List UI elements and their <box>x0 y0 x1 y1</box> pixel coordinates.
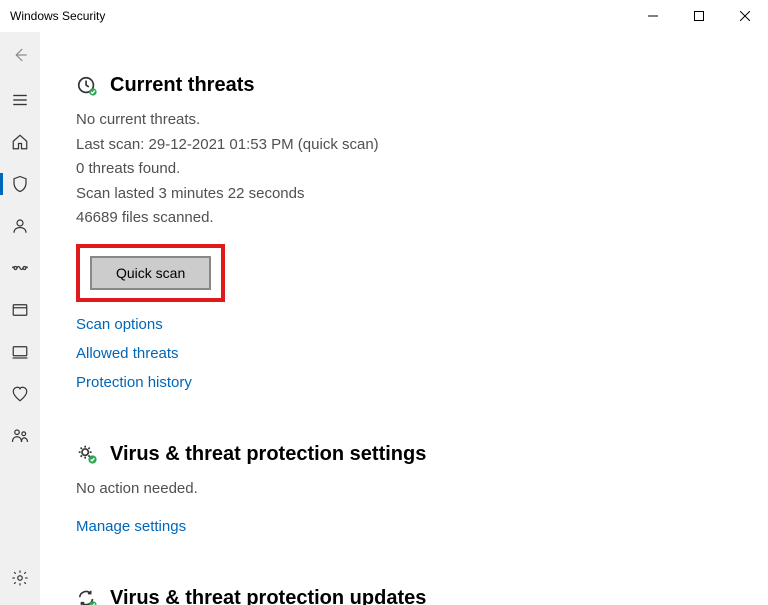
sidebar-item-performance[interactable] <box>0 373 40 415</box>
sidebar-hamburger[interactable] <box>0 79 40 121</box>
window-controls <box>630 0 768 32</box>
sidebar-item-device-security[interactable] <box>0 331 40 373</box>
current-threats-heading: Current threats <box>110 74 254 97</box>
scan-options-link[interactable]: Scan options <box>76 316 738 333</box>
no-threats-text: No current threats. <box>76 109 738 132</box>
protection-updates-heading: Virus & threat protection updates <box>110 587 426 605</box>
highlight-annotation: Quick scan <box>76 244 225 302</box>
sidebar <box>0 32 40 605</box>
protection-history-link[interactable]: Protection history <box>76 374 738 391</box>
scan-duration-text: Scan lasted 3 minutes 22 seconds <box>76 183 738 206</box>
sidebar-item-family[interactable] <box>0 415 40 457</box>
sidebar-item-firewall[interactable] <box>0 247 40 289</box>
titlebar: Windows Security <box>0 0 768 32</box>
main-content: Current threats No current threats. Last… <box>40 32 768 605</box>
protection-settings-section: Virus & threat protection settings No ac… <box>76 443 738 536</box>
gear-check-icon <box>76 443 98 465</box>
quick-scan-button[interactable]: Quick scan <box>90 256 211 290</box>
clock-shield-icon <box>76 75 98 97</box>
window-title: Windows Security <box>10 9 105 23</box>
current-threats-section: Current threats No current threats. Last… <box>76 74 738 391</box>
sidebar-item-settings[interactable] <box>0 557 40 599</box>
allowed-threats-link[interactable]: Allowed threats <box>76 345 738 362</box>
close-button[interactable] <box>722 0 768 32</box>
sidebar-item-home[interactable] <box>0 121 40 163</box>
protection-settings-heading: Virus & threat protection settings <box>110 443 426 466</box>
protection-settings-status: No action needed. <box>76 478 738 501</box>
back-button[interactable] <box>0 36 40 74</box>
sidebar-item-virus-threat[interactable] <box>0 163 40 205</box>
refresh-check-icon <box>76 588 98 605</box>
minimize-button[interactable] <box>630 0 676 32</box>
maximize-button[interactable] <box>676 0 722 32</box>
protection-updates-section: Virus & threat protection updates Securi… <box>76 587 738 605</box>
files-scanned-text: 46689 files scanned. <box>76 207 738 230</box>
threats-found-text: 0 threats found. <box>76 158 738 181</box>
manage-settings-link[interactable]: Manage settings <box>76 518 738 535</box>
sidebar-item-app-browser[interactable] <box>0 289 40 331</box>
sidebar-item-account[interactable] <box>0 205 40 247</box>
last-scan-text: Last scan: 29-12-2021 01:53 PM (quick sc… <box>76 134 738 157</box>
